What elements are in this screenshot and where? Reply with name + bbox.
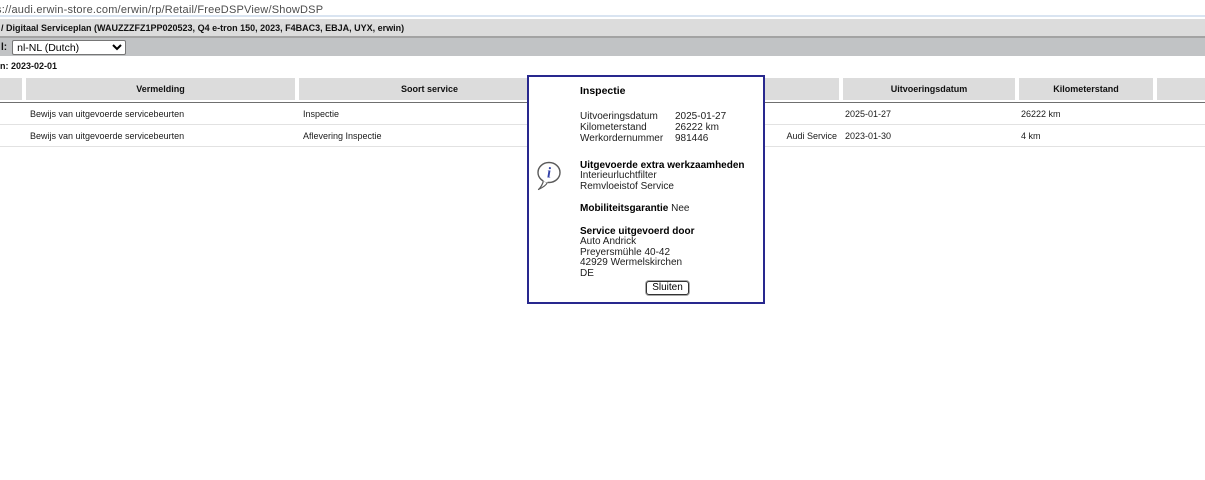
dialog-title: Inspectie: [580, 86, 755, 97]
mobility-label: Mobiliteitsgarantie: [580, 203, 668, 214]
field-label: Kilometerstand: [580, 122, 675, 133]
performed-by-section: Service uitgevoerd door Auto Andrick Pre…: [580, 227, 755, 280]
column-header-uitvoeringsdatum: Uitvoeringsdatum: [843, 78, 1015, 100]
performed-by-name: Auto Andrick: [580, 237, 755, 248]
column-header-soort-service: Soort service: [299, 78, 560, 100]
cell-blank: [0, 103, 22, 124]
browser-address-bar[interactable]: s://audi.erwin-store.com/erwin/rp/Retail…: [0, 0, 1205, 15]
language-select[interactable]: nl-NL (Dutch): [12, 40, 126, 55]
inspection-detail-dialog: i Inspectie Uitvoeringsdatum 2025-01-27 …: [527, 75, 765, 304]
extra-work-item: Interieurluchtfilter: [580, 171, 755, 182]
close-dialog-button[interactable]: Sluiten: [646, 281, 689, 295]
cell-kilometerstand: 4 km: [1019, 125, 1153, 146]
meta-date-text: n: 2023-02-01: [0, 56, 57, 71]
column-header-kilometerstand: Kilometerstand: [1019, 78, 1153, 100]
cell-blank-end: [1157, 103, 1205, 124]
field-uitvoeringsdatum: Uitvoeringsdatum 2025-01-27: [580, 111, 755, 122]
field-kilometerstand: Kilometerstand 26222 km: [580, 122, 755, 133]
cell-blank: [0, 125, 22, 146]
field-value: 981446: [675, 133, 708, 144]
extra-work-item: Remvloeistof Service: [580, 182, 755, 193]
field-label: Uitvoeringsdatum: [580, 111, 675, 122]
serviceplan-title: / Digitaal Serviceplan (WAUZZZFZ1PP02052…: [0, 23, 404, 33]
dialog-button-row: Sluiten: [580, 281, 755, 295]
mobility-value: Nee: [671, 203, 689, 214]
column-header-blank: [0, 78, 22, 100]
cell-soort-service: Inspectie: [299, 103, 560, 124]
info-balloon-icon: i: [536, 161, 562, 195]
performed-by-country: DE: [580, 269, 755, 280]
language-toolbar: l: nl-NL (Dutch): [0, 38, 1205, 56]
serviceplan-title-bar: / Digitaal Serviceplan (WAUZZZFZ1PP02052…: [0, 19, 1205, 36]
extra-work-section: Uitgevoerde extra werkzaamheden Interieu…: [580, 161, 755, 193]
cell-vermelding: Bewijs van uitgevoerde servicebeurten: [26, 103, 295, 124]
column-header-blank-end: [1157, 78, 1205, 100]
language-label: l:: [0, 42, 7, 53]
performed-by-city: 42929 Wermelskirchen: [580, 258, 755, 269]
cell-blank-end: [1157, 125, 1205, 146]
column-header-vermelding: Vermelding: [26, 78, 295, 100]
field-label: Werkordernummer: [580, 133, 675, 144]
field-value: 2025-01-27: [675, 111, 726, 122]
mobility-section: Mobiliteitsgarantie Nee: [580, 204, 755, 215]
cell-uitvoeringsdatum: 2023-01-30: [843, 125, 1015, 146]
field-werkordernummer: Werkordernummer 981446: [580, 133, 755, 144]
cell-uitvoeringsdatum: 2025-01-27: [843, 103, 1015, 124]
dialog-content: i Inspectie Uitvoeringsdatum 2025-01-27 …: [529, 77, 763, 302]
cell-vermelding: Bewijs van uitgevoerde servicebeurten: [26, 125, 295, 146]
svg-text:i: i: [547, 166, 551, 182]
cell-kilometerstand: 26222 km: [1019, 103, 1153, 124]
cell-soort-service: Aflevering Inspectie: [299, 125, 560, 146]
page-url: s://audi.erwin-store.com/erwin/rp/Retail…: [0, 2, 323, 15]
field-value: 26222 km: [675, 122, 719, 133]
